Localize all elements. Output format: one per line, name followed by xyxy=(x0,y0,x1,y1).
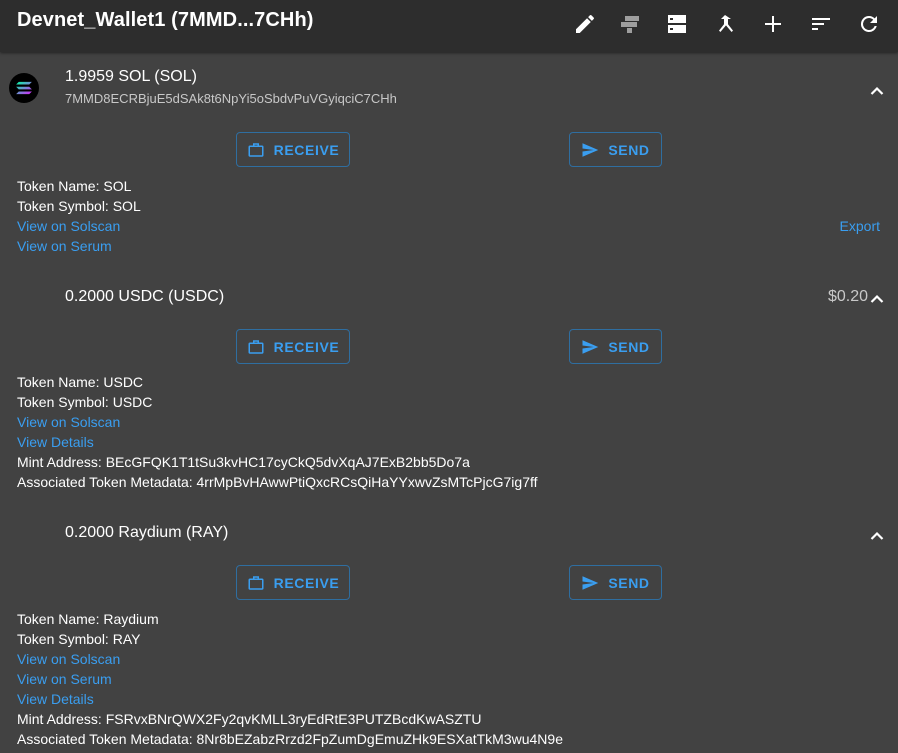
send-label: SEND xyxy=(608,141,650,158)
send-button[interactable]: SEND xyxy=(569,565,662,600)
serum-link[interactable]: View on Serum xyxy=(17,671,112,687)
token-symbol: Token Symbol: SOL xyxy=(17,198,141,214)
token-metadata: Associated Token Metadata: 4rrMpBvHAwwPt… xyxy=(17,474,538,490)
briefcase-icon xyxy=(248,575,264,590)
receive-button[interactable]: RECEIVE xyxy=(236,565,350,600)
token-address: 7MMD8ECRBjuE5dSAk8t6NpYi5oSbdvPuVGyiqciC… xyxy=(65,91,397,106)
token-metadata: Associated Token Metadata: 8Nr8bEZabzRrz… xyxy=(17,731,563,747)
send-icon xyxy=(582,339,599,354)
briefcase-icon xyxy=(248,142,264,157)
receive-label: RECEIVE xyxy=(273,574,340,591)
receive-label: RECEIVE xyxy=(273,141,340,158)
token-balance: 0.2000 Raydium (RAY) xyxy=(65,524,229,541)
mint-address: Mint Address: FSRvxBNrQWX2Fy2qvKMLL3ryEd… xyxy=(17,711,482,727)
solana-logo-icon xyxy=(16,81,32,95)
token-balance: 1.9959 SOL (SOL) xyxy=(65,68,197,85)
merge-icon xyxy=(719,15,733,32)
receive-button[interactable]: RECEIVE xyxy=(236,329,350,364)
sol-logo xyxy=(9,73,39,103)
solscan-link[interactable]: View on Solscan xyxy=(17,651,120,667)
pencil-icon xyxy=(576,14,594,34)
send-label: SEND xyxy=(608,574,650,591)
view-details-link[interactable]: View Details xyxy=(17,691,94,707)
token-symbol: Token Symbol: USDC xyxy=(17,394,153,410)
server-icon xyxy=(668,15,686,33)
sort-icon xyxy=(812,18,830,30)
export-link[interactable]: Export xyxy=(840,218,880,234)
receive-label: RECEIVE xyxy=(273,338,340,355)
edit-button[interactable] xyxy=(569,8,601,40)
refresh-icon xyxy=(860,15,877,32)
chevron-up-icon xyxy=(870,86,884,95)
flag-icon xyxy=(621,16,639,33)
token-name: Token Name: Raydium xyxy=(17,611,159,627)
mint-address: Mint Address: BEcGFQK1T1tSu3kvHC17cyCkQ5… xyxy=(17,454,470,470)
wallet-title: Devnet_Wallet1 (7MMD...7CHh) xyxy=(17,9,314,31)
send-icon xyxy=(582,575,599,590)
collapse-toggle[interactable] xyxy=(870,291,884,303)
receive-button[interactable]: RECEIVE xyxy=(236,132,350,167)
token-symbol: Token Symbol: RAY xyxy=(17,631,141,647)
collapse-toggle[interactable] xyxy=(870,528,884,540)
chevron-up-icon xyxy=(870,294,884,303)
plus-icon xyxy=(765,16,781,32)
chevron-up-icon xyxy=(870,531,884,540)
collapse-toggle[interactable] xyxy=(870,83,884,95)
token-name: Token Name: USDC xyxy=(17,374,144,390)
token-balance: 0.2000 USDC (USDC) xyxy=(65,288,225,305)
solscan-link[interactable]: View on Solscan xyxy=(17,414,120,430)
send-button[interactable]: SEND xyxy=(569,329,662,364)
serum-link[interactable]: View on Serum xyxy=(17,238,112,254)
merge-button[interactable] xyxy=(709,8,741,40)
refresh-button[interactable] xyxy=(853,8,885,40)
add-button[interactable] xyxy=(757,8,789,40)
flag-button[interactable] xyxy=(615,8,647,40)
server-button[interactable] xyxy=(661,8,693,40)
send-label: SEND xyxy=(608,338,650,355)
send-icon xyxy=(582,142,599,157)
token-name: Token Name: SOL xyxy=(17,178,132,194)
send-button[interactable]: SEND xyxy=(569,132,662,167)
app-bar: Devnet_Wallet1 (7MMD...7CHh) xyxy=(0,0,898,52)
token-usd-value: $0.20 xyxy=(827,288,868,305)
sort-button[interactable] xyxy=(805,8,837,40)
briefcase-icon xyxy=(248,339,264,354)
solscan-link[interactable]: View on Solscan xyxy=(17,218,120,234)
view-details-link[interactable]: View Details xyxy=(17,434,94,450)
